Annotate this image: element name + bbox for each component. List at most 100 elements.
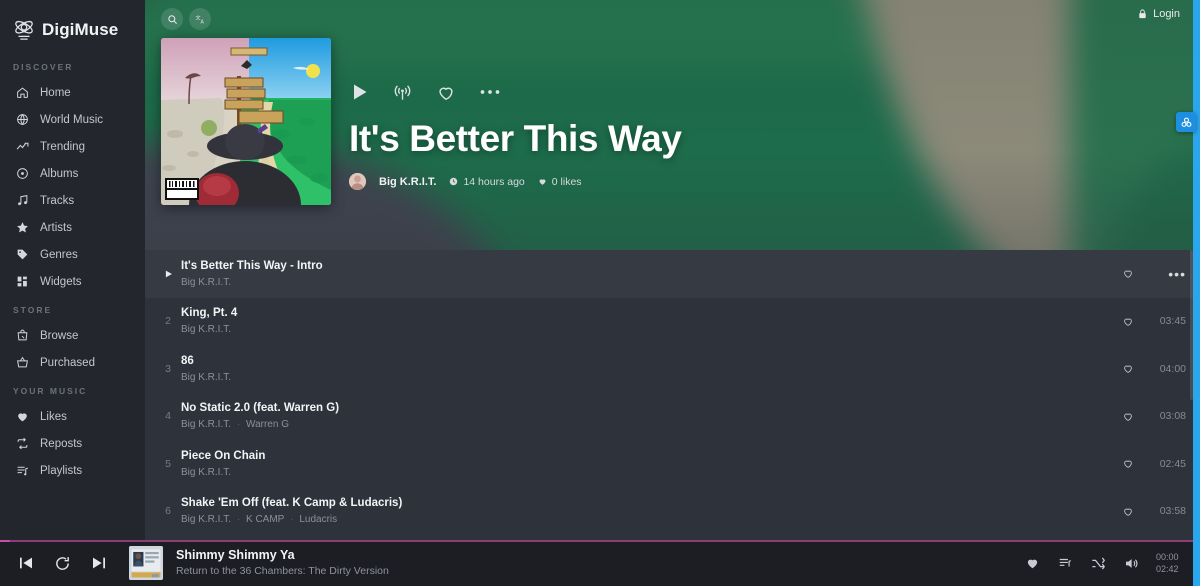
artist-label: Warren G — [246, 419, 289, 431]
track-artists: Big K.R.I.T. — [181, 276, 1122, 289]
queue-icon[interactable] — [1057, 556, 1073, 570]
sidebar-item-albums[interactable]: Albums — [0, 160, 145, 187]
sidebar-item-playlists[interactable]: Playlists — [0, 457, 145, 484]
sidebar-item-label: Artists — [40, 221, 72, 234]
ellipsis-icon[interactable] — [480, 89, 500, 95]
track-duration: 03:58 — [1159, 505, 1186, 518]
row-like-icon[interactable] — [1122, 316, 1134, 327]
artist-label: Big K.R.I.T. — [181, 276, 232, 288]
repost-icon — [15, 437, 29, 451]
row-like-icon[interactable] — [1122, 506, 1134, 517]
previous-button[interactable] — [18, 555, 34, 571]
track-number: 4 — [165, 410, 171, 423]
sidebar-item-label: World Music — [40, 113, 104, 126]
sidebar-item-widgets[interactable]: Widgets — [0, 268, 145, 295]
home-icon — [15, 86, 29, 100]
sidebar-item-label: Genres — [40, 248, 78, 261]
brand-name: DigiMuse — [42, 19, 119, 39]
volume-icon[interactable] — [1123, 556, 1139, 571]
separator-dot: · — [237, 418, 241, 429]
row-play-icon[interactable] — [155, 269, 181, 279]
heart-outline-icon[interactable] — [436, 83, 456, 102]
table-row[interactable]: 7 How Bout That Money (feat. Young Dolph… — [145, 535, 1200, 536]
app-root: DigiMuse DISCOVER Home World Music Trend… — [0, 0, 1200, 586]
track-title: Shake 'Em Off (feat. K Camp & Ludacris) — [181, 497, 403, 510]
sidebar-item-label: Home — [40, 86, 71, 99]
table-row[interactable]: 6 Shake 'Em Off (feat. K Camp & Ludacris… — [145, 488, 1200, 536]
hero-submeta: Big K.R.I.T. 14 hours ago 0 likes — [349, 173, 1200, 190]
likes-label: 0 likes — [551, 175, 582, 188]
artist-avatar[interactable] — [349, 173, 366, 190]
section-label-discover: DISCOVER — [13, 62, 74, 72]
player-right-controls: 00:00 02:42 — [1025, 551, 1200, 575]
row-like-icon[interactable] — [1122, 458, 1134, 469]
artist-label: Big K.R.I.T. — [181, 371, 232, 383]
seek-bar[interactable] — [0, 540, 1200, 542]
player-controls — [0, 555, 107, 572]
table-row[interactable]: 4 No Static 2.0 (feat. Warren G) Big K.R… — [145, 393, 1200, 441]
artist-label: Ludacris — [299, 514, 338, 526]
now-playing-subtitle: Return to the 36 Chambers: The Dirty Ver… — [176, 565, 389, 578]
table-row[interactable]: 2 King, Pt. 4 Big K.R.I.T. 03:45 — [145, 298, 1200, 346]
now-playing-artwork[interactable] — [129, 546, 163, 580]
artist-label: Big K.R.I.T. — [181, 466, 232, 478]
separator-dot: · — [237, 513, 241, 524]
search-button[interactable] — [161, 8, 183, 30]
row-more-icon[interactable]: ••• — [1156, 266, 1186, 281]
now-playing-title: Shimmy Shimmy Ya — [176, 548, 295, 563]
widgets-icon — [15, 275, 29, 289]
basket-icon — [15, 356, 29, 370]
sidebar-item-label: Purchased — [40, 356, 95, 369]
track-artists: Big K.R.I.T. · Warren G — [181, 418, 1122, 431]
time-display: 00:00 02:42 — [1156, 551, 1186, 575]
sidebar-item-likes[interactable]: Likes — [0, 403, 145, 430]
table-row[interactable]: 5 Piece On Chain Big K.R.I.T. 02:45 — [145, 440, 1200, 488]
main-content: Login 文A It's Better This Way Big K.R.I.… — [145, 0, 1200, 586]
sidebar-item-world-music[interactable]: World Music — [0, 106, 145, 133]
sidebar-item-label: Tracks — [40, 194, 75, 207]
artist-label: K CAMP — [246, 514, 285, 526]
translate-button[interactable]: 文A — [189, 8, 211, 30]
track-duration: 03:08 — [1159, 410, 1186, 423]
heart-filled-icon — [538, 177, 547, 186]
play-button[interactable] — [349, 81, 369, 103]
heart-filled-icon — [15, 410, 29, 424]
artist-label: Big K.R.I.T. — [181, 324, 232, 336]
sidebar-item-label: Browse — [40, 329, 79, 342]
trefoil-icon[interactable] — [1176, 112, 1196, 132]
sidebar-item-trending[interactable]: Trending — [0, 133, 145, 160]
track-number: 2 — [165, 315, 171, 328]
row-like-icon[interactable] — [1122, 411, 1134, 422]
sidebar-item-genres[interactable]: Genres — [0, 241, 145, 268]
sidebar-item-browse[interactable]: Browse — [0, 322, 145, 349]
table-row[interactable]: It's Better This Way - Intro Big K.R.I.T… — [145, 250, 1200, 298]
login-button[interactable]: Login — [1137, 8, 1180, 20]
sidebar-item-purchased[interactable]: Purchased — [0, 349, 145, 376]
row-like-icon[interactable] — [1122, 363, 1134, 374]
track-duration: 04:00 — [1159, 362, 1186, 375]
section-label-store: STORE — [13, 305, 53, 315]
artist-name[interactable]: Big K.R.I.T. — [379, 176, 436, 188]
repeat-button[interactable] — [54, 555, 71, 572]
sidebar-item-tracks[interactable]: Tracks — [0, 187, 145, 214]
brand[interactable]: DigiMuse — [0, 0, 145, 46]
artist-label: Big K.R.I.T. — [181, 419, 232, 431]
broadcast-icon[interactable] — [393, 83, 412, 102]
sidebar-item-reposts[interactable]: Reposts — [0, 430, 145, 457]
atom-logo-icon — [13, 19, 35, 41]
tag-icon — [15, 248, 29, 262]
next-button[interactable] — [91, 555, 107, 571]
hero-actions — [349, 78, 1200, 106]
row-like-icon[interactable] — [1122, 268, 1134, 279]
track-artists: Big K.R.I.T. — [181, 371, 1122, 384]
shuffle-icon[interactable] — [1090, 556, 1106, 571]
like-button[interactable] — [1025, 556, 1040, 570]
table-row[interactable]: 3 86 Big K.R.I.T. 04:00 — [145, 345, 1200, 393]
album-cover[interactable] — [161, 38, 331, 205]
search-icon — [167, 14, 178, 25]
sidebar-item-home[interactable]: Home — [0, 79, 145, 106]
sidebar-item-label: Playlists — [40, 464, 83, 477]
track-title: No Static 2.0 (feat. Warren G) — [181, 402, 340, 415]
sidebar-item-artists[interactable]: Artists — [0, 214, 145, 241]
track-title: Piece On Chain — [181, 449, 266, 462]
